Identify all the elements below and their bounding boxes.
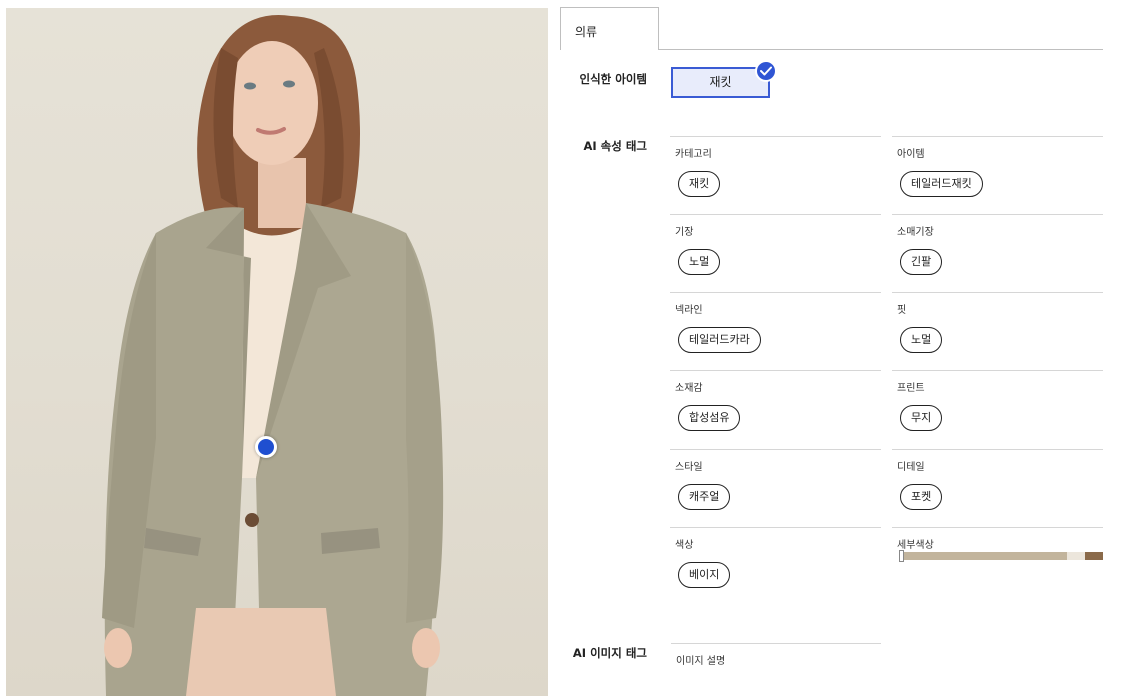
color-swatch-segment — [900, 552, 1068, 560]
attr-label: 소재감 — [675, 383, 703, 394]
attr-cell-color: 색상 베이지 — [670, 527, 881, 605]
attr-label: 디테일 — [897, 462, 925, 473]
attr-cell-detail-color: 세부색상 — [892, 527, 1103, 605]
attr-label: 아이템 — [897, 149, 925, 160]
attr-tag-chip[interactable]: 테일러드카라 — [678, 327, 761, 353]
attr-cell-length: 기장 노멀 — [670, 214, 881, 292]
attr-tag-chip[interactable]: 노멀 — [678, 249, 721, 275]
attr-tag-chip[interactable]: 무지 — [900, 405, 943, 431]
attr-label: 프린트 — [897, 383, 925, 394]
attr-tag-chip[interactable]: 합성섬유 — [678, 405, 741, 431]
model-image — [102, 15, 444, 696]
attr-tag-chip[interactable]: 재킷 — [678, 171, 721, 197]
attr-tag-chip[interactable]: 긴팔 — [900, 249, 943, 275]
attr-tag-chip[interactable]: 노멀 — [900, 327, 943, 353]
attr-cell-style: 스타일 캐주얼 — [670, 449, 881, 527]
image-description-cell: 이미지 설명 — [671, 643, 881, 683]
recognized-item-label: 인식한 아이템 — [579, 72, 647, 86]
attr-label: 카테고리 — [675, 149, 712, 160]
attr-tag-chip[interactable]: 캐주얼 — [678, 484, 731, 510]
attr-label: 스타일 — [675, 462, 703, 473]
attr-cell-material: 소재감 합성섬유 — [670, 370, 881, 448]
attr-label: 핏 — [897, 305, 907, 316]
color-swatch-segment — [1067, 552, 1085, 560]
check-icon — [755, 60, 777, 82]
attr-tag-chip[interactable]: 포켓 — [900, 484, 943, 510]
attr-tag-chip[interactable]: 테일러드재킷 — [900, 171, 983, 197]
attr-cell-item: 아이템 테일러드재킷 — [892, 136, 1103, 214]
attr-label: 색상 — [675, 540, 694, 551]
attr-label: 기장 — [675, 227, 694, 238]
attr-cell-fit: 핏 노멀 — [892, 292, 1103, 370]
attr-cell-category: 카테고리 재킷 — [670, 136, 881, 214]
attr-label: 넥라인 — [675, 305, 703, 316]
detail-color-bar — [900, 552, 1103, 560]
tab-clothing[interactable]: 의류 — [560, 7, 659, 50]
attr-cell-neckline: 넥라인 테일러드카라 — [670, 292, 881, 370]
color-swatch-segment — [1084, 552, 1103, 560]
item-hotspot-marker[interactable] — [255, 436, 277, 458]
attr-label: 소매기장 — [897, 227, 934, 238]
attr-cell-detail: 디테일 포켓 — [892, 449, 1103, 527]
attr-label: 세부색상 — [897, 540, 934, 551]
ai-attribute-tags-label: AI 속성 태그 — [583, 139, 647, 153]
image-description-label: 이미지 설명 — [676, 656, 726, 667]
product-photo — [6, 8, 548, 696]
attr-cell-print: 프린트 무지 — [892, 370, 1103, 448]
ai-image-tags-label: AI 이미지 태그 — [572, 646, 647, 660]
attr-tag-chip[interactable]: 베이지 — [678, 562, 731, 588]
attr-cell-sleeve-length: 소매기장 긴팔 — [892, 214, 1103, 292]
color-bar-handle[interactable] — [899, 550, 904, 562]
